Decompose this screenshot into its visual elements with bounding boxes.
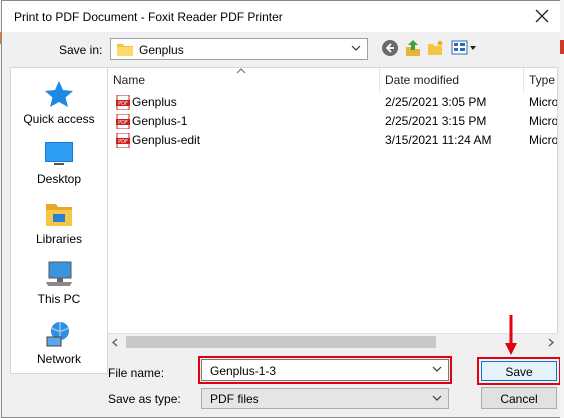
file-type-cell: Micro (529, 133, 558, 147)
file-type-cell: Micro (529, 114, 558, 128)
view-menu-icon (451, 40, 476, 55)
file-type-cell: Micro (529, 95, 558, 109)
place-this-pc[interactable]: This PC (11, 256, 107, 314)
close-button[interactable] (522, 1, 562, 31)
column-header-type[interactable]: Type (524, 68, 557, 92)
place-label: Desktop (36, 172, 82, 186)
cancel-button[interactable]: Cancel (481, 387, 557, 409)
svg-text:PDF: PDF (118, 101, 128, 107)
place-label: Network (36, 352, 81, 366)
places-bar: Quick access Desktop Libraries This PC N… (10, 67, 108, 374)
file-row[interactable]: PDF Genplus 2/25/2021 3:05 PM Micro (108, 93, 558, 112)
file-date-cell: 3/15/2021 11:24 AM (385, 133, 492, 147)
view-menu-button[interactable] (451, 39, 479, 59)
desktop-icon (45, 142, 73, 165)
save-in-label: Save in: (59, 43, 103, 57)
save-in-value: Genplus (139, 43, 184, 57)
back-button[interactable] (381, 39, 399, 59)
star-icon (45, 81, 73, 107)
file-name-input[interactable]: Genplus-1-3 (201, 359, 449, 381)
column-header-name[interactable]: Name (108, 68, 380, 92)
pdf-file-icon: PDF (116, 114, 130, 129)
chevron-down-icon (351, 45, 361, 51)
background-accent (560, 40, 564, 54)
scrollbar-thumb[interactable] (126, 336, 436, 348)
file-row[interactable]: PDF Genplus-1 2/25/2021 3:15 PM Micro (108, 112, 558, 131)
horizontal-scrollbar[interactable] (108, 333, 558, 350)
file-date-cell: 2/25/2021 3:05 PM (385, 95, 487, 109)
cancel-button-label: Cancel (500, 392, 538, 406)
network-icon (46, 322, 69, 347)
file-date-cell: 2/25/2021 3:15 PM (385, 114, 487, 128)
new-folder-icon (428, 40, 443, 55)
save-dialog: Print to PDF Document - Foxit Reader PDF… (1, 0, 563, 418)
file-name-label: File name: (108, 366, 165, 380)
up-folder-icon (406, 40, 420, 56)
pdf-file-icon: PDF (116, 95, 130, 110)
save-button[interactable]: Save (481, 361, 557, 381)
title-bar: Print to PDF Document - Foxit Reader PDF… (2, 1, 562, 32)
place-network[interactable]: Network (11, 316, 107, 374)
file-name-cell: Genplus-1 (132, 114, 188, 128)
save-as-type-value: PDF files (210, 392, 259, 406)
file-row[interactable]: PDF Genplus-edit 3/15/2021 11:24 AM Micr… (108, 131, 558, 150)
chevron-down-icon (432, 395, 442, 401)
save-button-label: Save (505, 365, 533, 379)
place-libraries[interactable]: Libraries (11, 196, 107, 254)
close-icon (535, 9, 549, 23)
file-name-cell: Genplus-edit (132, 133, 201, 147)
place-label: This PC (37, 292, 81, 306)
svg-text:PDF: PDF (118, 139, 128, 145)
place-label: Libraries (35, 232, 83, 246)
folder-icon (117, 44, 133, 56)
scroll-right-icon (548, 338, 554, 347)
libraries-icon (46, 204, 72, 226)
computer-icon (46, 261, 72, 286)
place-desktop[interactable]: Desktop (11, 136, 107, 194)
new-folder-button[interactable] (427, 39, 445, 59)
file-list: Name Date modified Type PDF Genplus 2/25… (108, 67, 558, 350)
up-folder-button[interactable] (404, 39, 422, 59)
file-name-value: Genplus-1-3 (210, 364, 277, 378)
file-name-cell: Genplus (132, 95, 177, 109)
back-icon (382, 40, 398, 56)
background-edge-right (560, 0, 564, 418)
window-title: Print to PDF Document - Foxit Reader PDF… (14, 10, 283, 24)
save-as-type-label: Save as type: (108, 392, 181, 406)
svg-text:PDF: PDF (118, 120, 128, 126)
place-quick-access[interactable]: Quick access (11, 76, 107, 134)
pdf-file-icon: PDF (116, 133, 130, 148)
save-as-type-select[interactable]: PDF files (201, 388, 449, 409)
chevron-down-icon (432, 366, 442, 372)
place-label: Quick access (23, 112, 95, 126)
column-header-date[interactable]: Date modified (380, 68, 524, 92)
save-in-combo[interactable]: Genplus (110, 38, 368, 60)
pointer-arrow-icon (505, 315, 517, 355)
scroll-left-icon (112, 338, 118, 347)
